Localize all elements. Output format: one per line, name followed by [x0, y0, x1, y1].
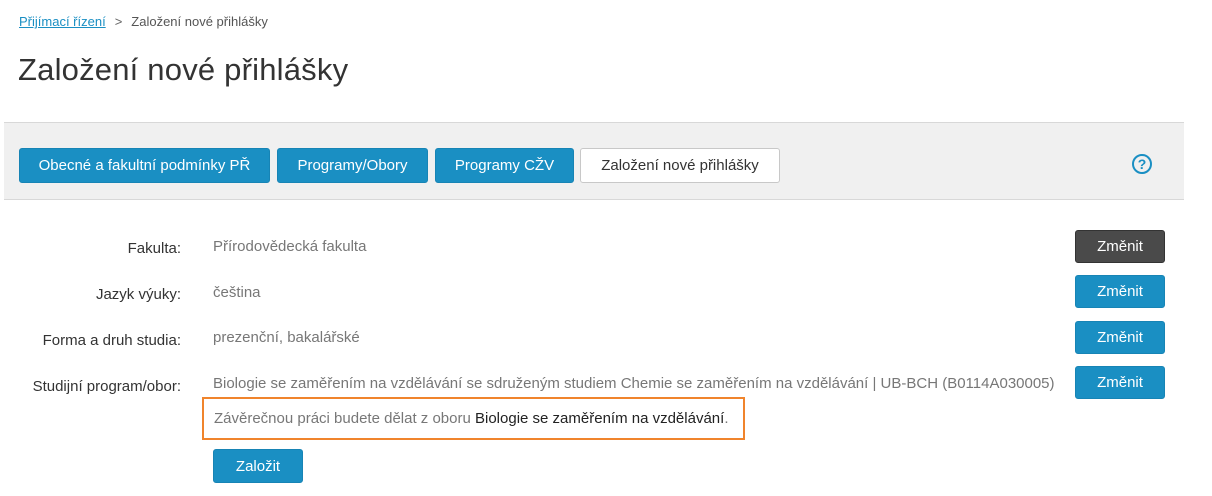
- notice-prefix: Závěrečnou práci budete dělat z oboru: [214, 410, 475, 427]
- breadcrumb-separator: >: [114, 14, 123, 29]
- tab-programs-fields[interactable]: Programy/Obory: [277, 148, 428, 183]
- faculty-label: Fakulta:: [127, 240, 181, 257]
- change-language-button[interactable]: Změnit: [1075, 275, 1165, 308]
- study-program-value: Biologie se zaměřením na vzdělávání se s…: [213, 375, 1055, 392]
- page-title: Založení nové přihlášky: [18, 52, 349, 87]
- breadcrumb-current: Založení nové přihlášky: [131, 14, 268, 29]
- change-study-form-button[interactable]: Změnit: [1075, 321, 1165, 354]
- create-application-button[interactable]: Založit: [213, 449, 303, 483]
- notice-suffix: .: [724, 410, 729, 427]
- study-program-label: Studijní program/obor:: [32, 378, 181, 395]
- help-circle-icon[interactable]: ?: [1132, 154, 1152, 174]
- change-faculty-button[interactable]: Změnit: [1075, 230, 1165, 263]
- breadcrumb-link-admissions[interactable]: Přijímací řízení: [19, 14, 106, 29]
- language-value: čeština: [213, 284, 261, 301]
- study-form-label: Forma a druh studia:: [42, 332, 181, 349]
- faculty-value: Přírodovědecká fakulta: [213, 238, 367, 255]
- tab-general-conditions[interactable]: Obecné a fakultní podmínky PŘ: [19, 148, 270, 183]
- thesis-field-notice: Závěrečnou práci budete dělat z oboru Bi…: [202, 397, 745, 440]
- tab-toolbar: Obecné a fakultní podmínky PŘ Programy/O…: [4, 122, 1184, 200]
- study-form-value: prezenční, bakalářské: [213, 329, 360, 346]
- tab-new-application[interactable]: Založení nové přihlášky: [580, 148, 780, 183]
- tab-lifelong-programs[interactable]: Programy CŽV: [435, 148, 574, 183]
- language-label: Jazyk výuky:: [95, 286, 181, 303]
- notice-field-name: Biologie se zaměřením na vzdělávání: [475, 410, 725, 427]
- change-study-program-button[interactable]: Změnit: [1075, 366, 1165, 399]
- breadcrumb: Přijímací řízení > Založení nové přihlášky: [19, 14, 268, 29]
